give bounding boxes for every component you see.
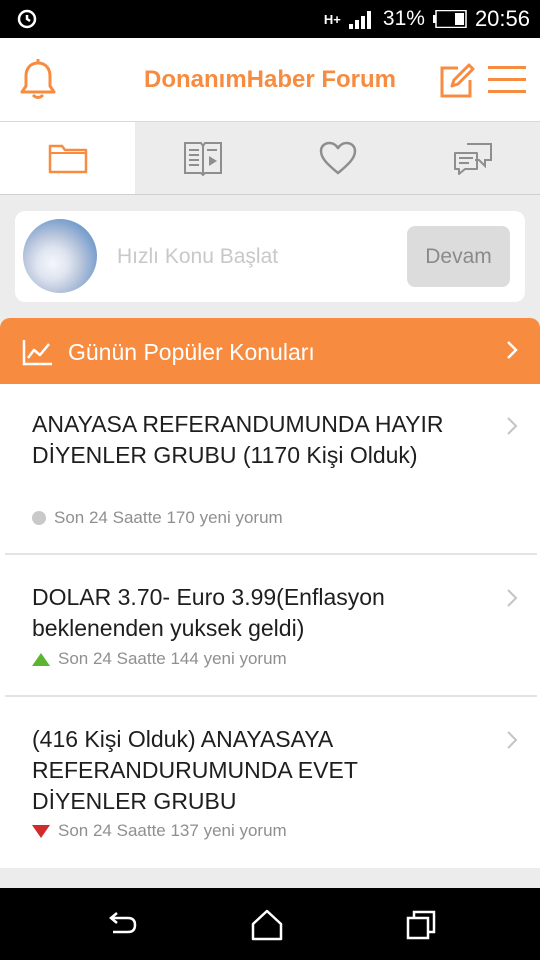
topic-meta: Son 24 Saatte 170 yeni yorum (32, 508, 283, 528)
topic-title: (416 Kişi Olduk) ANAYASAYA REFERANDURUMU… (32, 726, 358, 814)
chevron-right-icon (507, 731, 518, 749)
list-item[interactable]: (416 Kişi Olduk) ANAYASAYA REFERANDURUMU… (0, 697, 540, 868)
book-icon (183, 142, 222, 177)
recents-icon[interactable] (404, 908, 438, 942)
topic-meta: Son 24 Saatte 137 yeni yorum (32, 821, 287, 841)
sync-icon (17, 9, 37, 29)
back-icon[interactable] (104, 908, 138, 942)
status-bar: H+ 31% 20:56 (0, 0, 540, 38)
chat-icon (453, 143, 492, 175)
quick-topic-card: Hızlı Konu Başlat Devam (15, 211, 525, 302)
clock: 20:56 (474, 6, 530, 31)
tab-reader[interactable] (135, 122, 270, 194)
topic-title: ANAYASA REFERANDUMUNDA HAYIR DİYENLER GR… (32, 411, 444, 468)
chevron-right-icon (507, 589, 518, 607)
trend-down-icon (32, 824, 50, 838)
network-type: H+ (323, 11, 341, 27)
topic-comment-count: Son 24 Saatte 144 yeni yorum (58, 649, 287, 668)
list-item[interactable]: DOLAR 3.70- Euro 3.99(Enflasyon beklenen… (0, 555, 540, 696)
signal-icon (348, 11, 371, 29)
menu-icon[interactable] (488, 64, 526, 96)
app-header: DonanımHaber Forum (0, 38, 540, 122)
compose-icon[interactable] (438, 62, 476, 100)
topic-list: ANAYASA REFERANDUMUNDA HAYIR DİYENLER GR… (0, 384, 540, 868)
topic-meta: Son 24 Saatte 144 yeni yorum (32, 649, 287, 669)
tab-messages[interactable] (405, 122, 540, 194)
popular-topics-title: Günün Popüler Konuları (68, 339, 315, 365)
topic-comment-count: Son 24 Saatte 170 yeni yorum (54, 508, 283, 527)
continue-button[interactable]: Devam (407, 226, 510, 287)
folder-icon (48, 144, 87, 174)
trend-up-icon (32, 652, 50, 666)
chevron-right-icon (507, 341, 518, 359)
system-nav-bar (0, 888, 540, 960)
tab-bar (0, 122, 540, 195)
battery-icon (432, 10, 467, 28)
heart-icon (319, 141, 356, 175)
quick-topic-input[interactable]: Hızlı Konu Başlat (117, 245, 278, 269)
battery-percent: 31% (382, 7, 425, 30)
neutral-trend-icon (32, 511, 46, 525)
tab-favorites[interactable] (270, 122, 405, 194)
chevron-right-icon (507, 417, 518, 435)
list-item[interactable]: ANAYASA REFERANDUMUNDA HAYIR DİYENLER GR… (0, 384, 540, 554)
topic-comment-count: Son 24 Saatte 137 yeni yorum (58, 821, 287, 840)
home-icon[interactable] (250, 908, 284, 942)
tab-forums[interactable] (0, 122, 135, 194)
trend-chart-icon (22, 340, 52, 366)
popular-topics-header[interactable]: Günün Popüler Konuları (0, 318, 540, 384)
avatar[interactable] (23, 219, 97, 293)
topic-title: DOLAR 3.70- Euro 3.99(Enflasyon beklenen… (32, 584, 385, 641)
